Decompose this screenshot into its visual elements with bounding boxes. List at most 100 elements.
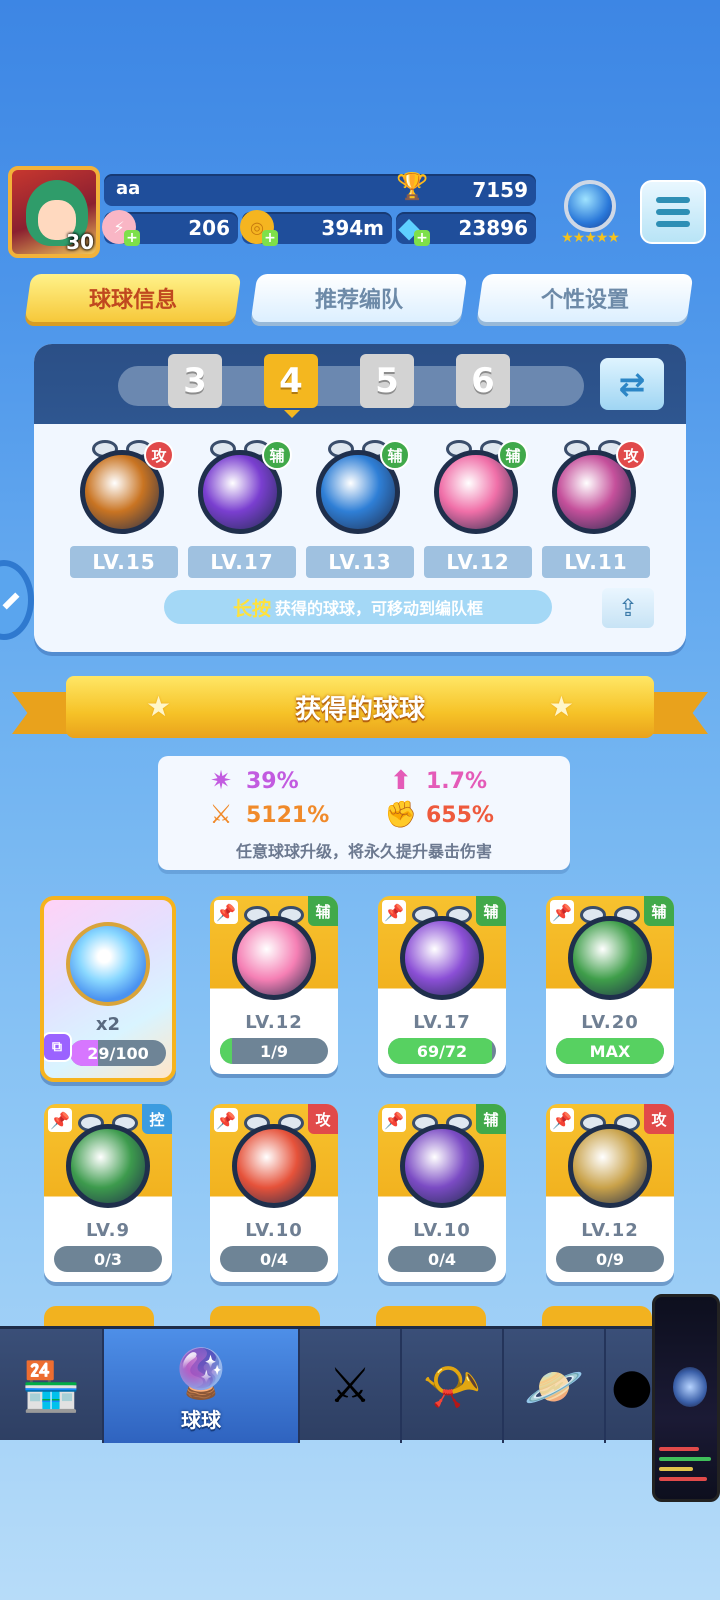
- ball-card[interactable]: 📌 控 LV.9 0/3: [44, 1104, 172, 1282]
- player-name: aa: [116, 178, 141, 199]
- refresh-ball-icon: [66, 922, 150, 1006]
- share-icon: ⇪: [617, 594, 639, 622]
- hint-text: 获得的球球，可移动到编队框: [275, 599, 484, 618]
- more-icon: ●: [611, 1358, 653, 1414]
- ball-type-tag: 攻: [144, 440, 174, 470]
- chat-line: [659, 1467, 693, 1471]
- tab-ball-info[interactable]: 球球信息: [24, 274, 242, 322]
- upgrade-progress-bar: 0/9: [556, 1246, 664, 1272]
- tab-recommended-team[interactable]: 推荐编队: [250, 274, 468, 322]
- special-progress-bar: 29/100: [70, 1040, 166, 1066]
- ball-level: LV.10: [413, 1220, 471, 1241]
- upgrade-progress-bar: 0/4: [220, 1246, 328, 1272]
- swap-icon: ⇄: [618, 365, 646, 403]
- ball-level: LV.9: [86, 1220, 130, 1241]
- energy-icon: ⚡ +: [102, 210, 140, 246]
- ball-portrait: [226, 906, 322, 1002]
- ball-portrait: [226, 1114, 322, 1210]
- ball-card[interactable]: 📌 辅 LV.12 1/9: [210, 896, 338, 1074]
- upgrade-progress-bar: MAX: [556, 1038, 664, 1064]
- team-slot-4[interactable]: 4: [264, 354, 318, 418]
- stat-value: 1.7%: [426, 768, 488, 794]
- fragment-icon: ⧉: [44, 1032, 72, 1062]
- arrow-ball-icon: [568, 916, 652, 1000]
- hint-highlight: 长按: [232, 597, 271, 620]
- ball-level: LV.20: [581, 1012, 639, 1033]
- gem-bar[interactable]: ◆ + 23896: [396, 211, 536, 246]
- stat-value: 5121%: [246, 802, 330, 828]
- stat-crit-up: ⬆ 1.7%: [386, 766, 487, 796]
- team-ball-2[interactable]: 辅: [192, 440, 292, 536]
- shop-icon: 🏪: [21, 1358, 81, 1415]
- energy-count: 206: [188, 216, 230, 240]
- rank-stars: ★★★★★: [561, 230, 620, 246]
- ball-card[interactable]: 📌 攻 LV.12 0/9: [546, 1104, 674, 1282]
- ball-card[interactable]: 📌 辅 LV.10 0/4: [378, 1104, 506, 1282]
- chat-line: [659, 1447, 699, 1451]
- rank-medal-icon: [564, 180, 616, 232]
- nav-battle[interactable]: ⚔: [300, 1329, 402, 1443]
- team-ball-5[interactable]: 攻: [546, 440, 646, 536]
- ball-portrait: [562, 906, 658, 1002]
- nav-balls[interactable]: 🔮 球球: [104, 1329, 300, 1443]
- side-drawer-handle[interactable]: [0, 560, 34, 640]
- progress-text: 69/72: [416, 1041, 468, 1061]
- ball-card[interactable]: 📌 辅 LV.20 MAX: [546, 896, 674, 1074]
- coin-icon: ◎ +: [240, 210, 278, 246]
- attack-icon: ⚔: [209, 800, 233, 830]
- stat-crit-damage: ✊ 655%: [384, 800, 494, 830]
- stat-attack: ⚔ 5121%: [206, 800, 329, 830]
- stats-description: 任意球球升级，将永久提升暴击伤害: [235, 842, 492, 861]
- energy-bar[interactable]: ⚡ + 206: [102, 210, 238, 246]
- progress-text: 0/3: [93, 1249, 123, 1269]
- nav-planet[interactable]: 🪐: [504, 1329, 606, 1443]
- crit-damage-icon: ✊: [384, 800, 418, 830]
- section-banner: ★ 获得的球球 ★: [66, 676, 654, 738]
- swap-team-button[interactable]: ⇄: [600, 358, 664, 410]
- add-coin-icon[interactable]: +: [262, 230, 278, 246]
- ball-level: LV.17: [413, 1012, 471, 1033]
- progress-text: 0/9: [595, 1249, 625, 1269]
- tab-label: 个性设置: [540, 288, 629, 313]
- team-ball-4[interactable]: 辅: [428, 440, 528, 536]
- monkey-ball-icon: [66, 1124, 150, 1208]
- battle-icon: ⚔: [328, 1358, 372, 1414]
- gem-count: 23896: [458, 216, 528, 240]
- team-slot-5[interactable]: 5: [360, 354, 414, 408]
- progress-text: 0/4: [259, 1249, 289, 1269]
- stat-value: 655%: [426, 802, 494, 828]
- menu-button[interactable]: [640, 180, 706, 244]
- ball-type-tag: 辅: [262, 440, 292, 470]
- nav-shop[interactable]: 🏪: [0, 1329, 104, 1443]
- progress-text: 0/4: [427, 1249, 457, 1269]
- team-slot-header: 3 4 5 6 ⇄: [34, 344, 686, 424]
- ball-card[interactable]: 📌 辅 LV.17 69/72: [378, 896, 506, 1074]
- nav-whistle[interactable]: 📯: [402, 1329, 504, 1443]
- ball-portrait: [562, 1114, 658, 1210]
- add-gem-icon[interactable]: +: [414, 230, 430, 246]
- leaf-ball-icon: [400, 916, 484, 1000]
- crit-rate-icon: ✷: [210, 766, 232, 796]
- team-ball-level: LV.12: [424, 546, 532, 578]
- crit-stats-panel: ✷ 39% ⬆ 1.7% ⚔ 5121% ✊ 655% 任意球球升级，将永久提升…: [158, 756, 570, 870]
- elder-ball-icon: [568, 1124, 652, 1208]
- ball-portrait: [394, 906, 490, 1002]
- rank-badge[interactable]: ★★★★★: [554, 176, 626, 246]
- team-slot-6[interactable]: 6: [456, 354, 510, 408]
- team-panel: 3 4 5 6 ⇄ 攻 LV.15 辅 LV.17 辅 LV.13 辅 LV.12 攻 LV.11…: [34, 344, 686, 652]
- ball-card[interactable]: 📌 攻 LV.10 0/4: [210, 1104, 338, 1282]
- player-avatar[interactable]: 30: [8, 166, 100, 258]
- team-ball-3[interactable]: 辅: [310, 440, 410, 536]
- add-energy-icon[interactable]: +: [124, 230, 140, 246]
- tab-personal-settings[interactable]: 个性设置: [476, 274, 694, 322]
- team-slot-3[interactable]: 3: [168, 354, 222, 408]
- share-button[interactable]: ⇪: [602, 588, 654, 628]
- section-title: 获得的球球: [294, 694, 425, 725]
- progress-text: MAX: [589, 1041, 631, 1061]
- tab-label: 推荐编队: [314, 288, 403, 313]
- special-ball-card[interactable]: x2 29/100 ⧉: [40, 896, 176, 1082]
- distance-bar[interactable]: ◎ + 394m: [240, 210, 392, 246]
- floating-video-window[interactable]: [652, 1294, 720, 1502]
- trophy-count: 7159: [472, 178, 528, 202]
- team-ball-1[interactable]: 攻: [74, 440, 174, 536]
